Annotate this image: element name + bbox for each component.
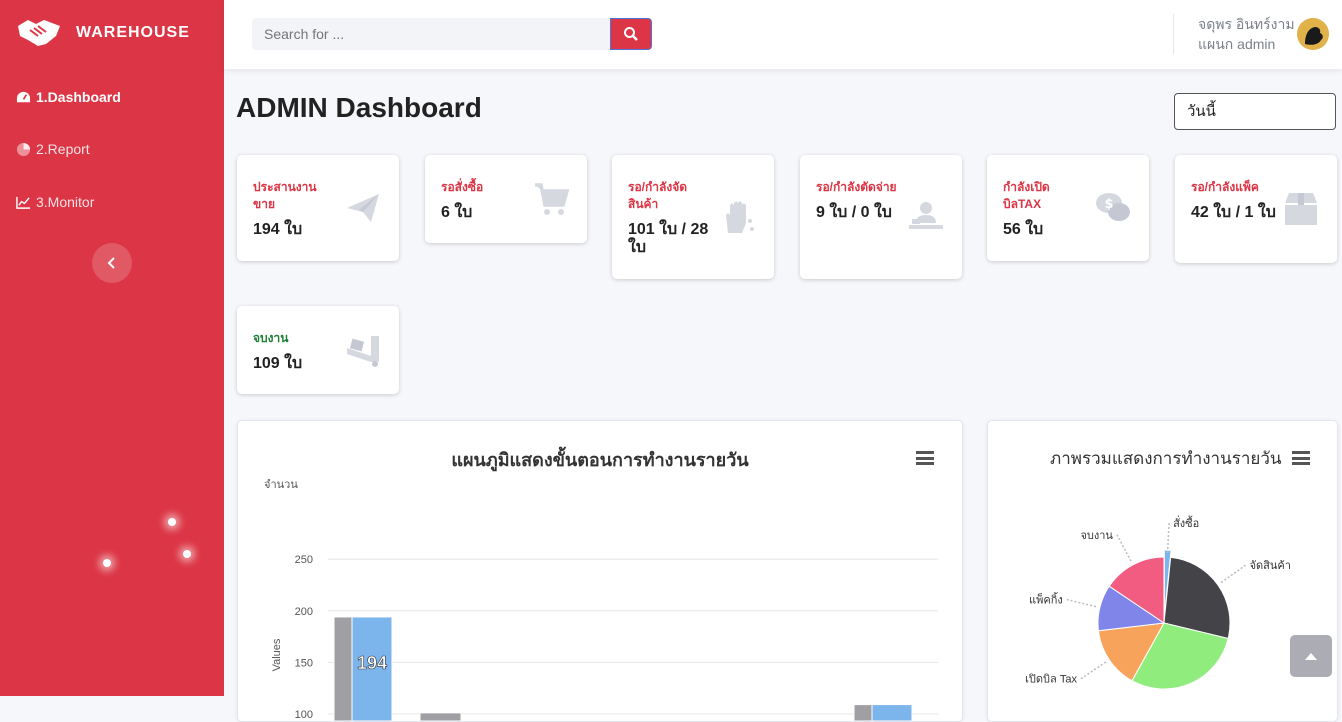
search-input[interactable] bbox=[252, 18, 610, 50]
search-button[interactable] bbox=[610, 18, 652, 50]
card-sales-coordination[interactable]: ประสานงานขาย 194 ใบ bbox=[237, 155, 399, 261]
bar-chart-panel: แผนภูมิแสดงขั้นตอนการทำงานรายวัน จำนวน V… bbox=[237, 420, 963, 722]
date-filter-select[interactable]: วันนี้ bbox=[1174, 93, 1336, 130]
search-bar bbox=[252, 18, 652, 50]
card-label: รอสั่งซื้อ bbox=[441, 180, 484, 194]
handshake-logo-icon bbox=[18, 20, 60, 46]
pie-label: แพ็คกิ้ง bbox=[1029, 592, 1063, 607]
sidebar-toggle-button[interactable] bbox=[92, 243, 132, 283]
card-label: ประสานงานขาย bbox=[253, 180, 317, 211]
card-value: 109 ใบ bbox=[253, 355, 303, 372]
svg-text:$: $ bbox=[1104, 197, 1113, 212]
sidebar: WAREHOUSE 1.Dashboard 2.Report 3.Monitor bbox=[0, 0, 224, 696]
y-tick-label: 200 bbox=[295, 606, 313, 618]
truck-loading-icon bbox=[347, 336, 379, 367]
y-tick-label: 100 bbox=[295, 709, 313, 721]
card-pending-purchase[interactable]: รอสั่งซื้อ 6 ใบ bbox=[425, 155, 587, 243]
bar-data-label: 194 bbox=[357, 653, 387, 673]
y-axis-title: Values bbox=[271, 638, 283, 671]
user-menu[interactable]: จดุพร อินทร์งาม แผนก admin bbox=[1198, 14, 1295, 54]
pie-connector bbox=[1220, 564, 1247, 584]
sidebar-item-label: 1.Dashboard bbox=[36, 89, 121, 105]
bar[interactable] bbox=[853, 704, 873, 721]
card-label: รอ/กำลังจัดสินค้า bbox=[628, 180, 688, 211]
brand-name: WAREHOUSE bbox=[76, 24, 190, 41]
bar[interactable] bbox=[333, 616, 353, 721]
sidebar-item-report[interactable]: 2.Report bbox=[16, 141, 90, 157]
card-packing[interactable]: รอ/กำลังแพ็ค 42 ใบ / 1 ใบ bbox=[1175, 155, 1337, 263]
topbar: จดุพร อินทร์งาม แผนก admin bbox=[224, 0, 1342, 69]
card-value: 56 ใบ bbox=[1003, 221, 1044, 238]
bar[interactable] bbox=[419, 712, 462, 721]
card-label: จบงาน bbox=[253, 331, 289, 345]
person-desk-icon bbox=[909, 202, 943, 229]
card-value: 9 ใบ / 0 ใบ bbox=[816, 204, 892, 221]
scroll-to-top-button[interactable] bbox=[1290, 635, 1332, 677]
card-value: 42 ใบ / 1 ใบ bbox=[1191, 204, 1276, 221]
pie-chart: สั่งซื้อจัดสินค้าเปิดบิล Tax แพ็คกิ้ง จบงา… bbox=[1025, 515, 1291, 690]
card-label: รอ/กำลังแพ็ค bbox=[1191, 180, 1259, 194]
sidebar-item-label: 3.Monitor bbox=[36, 194, 95, 210]
page-title: ADMIN Dashboard bbox=[236, 92, 482, 123]
pie-connector bbox=[1116, 534, 1132, 562]
chevron-up-icon bbox=[1305, 653, 1317, 660]
sidebar-item-label: 2.Report bbox=[36, 141, 90, 157]
shopping-cart-icon bbox=[535, 183, 569, 215]
user-avatar-icon bbox=[1297, 18, 1329, 50]
decorative-particle bbox=[168, 518, 176, 526]
line-chart-icon bbox=[16, 196, 31, 209]
card-value: 101 ใบ / 28 ใบ bbox=[628, 221, 709, 256]
brand[interactable]: WAREHOUSE bbox=[16, 16, 190, 50]
y-tick-label: 150 bbox=[295, 657, 313, 669]
pie-label: จัดสินค้า bbox=[1250, 560, 1291, 572]
pie-label: เปิดบิล Tax bbox=[1025, 674, 1077, 686]
y-unit-label: จำนวน bbox=[264, 479, 298, 491]
pie-connector bbox=[1166, 523, 1170, 554]
box-icon bbox=[1285, 193, 1317, 225]
card-label: รอ/กำลังตัดจ่าย bbox=[816, 180, 897, 194]
card-label: กำลังเปิดบิลTAX bbox=[1003, 180, 1050, 211]
card-completed[interactable]: จบงาน 109 ใบ bbox=[237, 306, 399, 394]
hand-sparkles-icon bbox=[726, 201, 754, 233]
pie-connector bbox=[1066, 598, 1097, 608]
pie-label: สั่งซื้อ bbox=[1173, 515, 1199, 530]
sidebar-item-monitor[interactable]: 3.Monitor bbox=[16, 194, 94, 210]
user-name: จดุพร อินทร์งาม bbox=[1198, 16, 1295, 32]
card-value: 194 ใบ bbox=[253, 221, 303, 238]
card-value: 6 ใบ bbox=[441, 204, 473, 221]
paper-plane-icon bbox=[347, 194, 379, 222]
search-icon bbox=[624, 27, 638, 41]
card-picking[interactable]: รอ/กำลังจัดสินค้า 101 ใบ / 28 ใบ bbox=[612, 155, 774, 279]
y-tick-label: 250 bbox=[295, 554, 313, 566]
comments-dollar-icon: $ bbox=[1096, 193, 1130, 221]
bar-chart: จำนวน Values 100 150 200 250 194 bbox=[264, 479, 938, 721]
card-deduct-dispatch[interactable]: รอ/กำลังตัดจ่าย 9 ใบ / 0 ใบ bbox=[800, 155, 962, 279]
pie-chart-icon bbox=[16, 142, 31, 156]
avatar[interactable] bbox=[1297, 18, 1329, 50]
bar[interactable] bbox=[871, 704, 913, 721]
sidebar-item-dashboard[interactable]: 1.Dashboard bbox=[16, 89, 121, 105]
pie-chart-panel: ภาพรวมแสดงการทำงานรายวัน สั่งซื้อ จัดสินค… bbox=[987, 420, 1338, 722]
pie-label: จบงาน bbox=[1080, 530, 1113, 542]
pie-connector bbox=[1080, 661, 1107, 680]
chevron-left-icon bbox=[107, 257, 115, 269]
tachometer-icon bbox=[16, 91, 31, 102]
card-tax-invoice[interactable]: กำลังเปิดบิลTAX 56 ใบ $ bbox=[987, 155, 1149, 261]
decorative-particle bbox=[183, 550, 191, 558]
decorative-particle bbox=[103, 559, 111, 567]
user-department: แผนก admin bbox=[1198, 36, 1276, 52]
topbar-divider bbox=[1173, 14, 1174, 54]
